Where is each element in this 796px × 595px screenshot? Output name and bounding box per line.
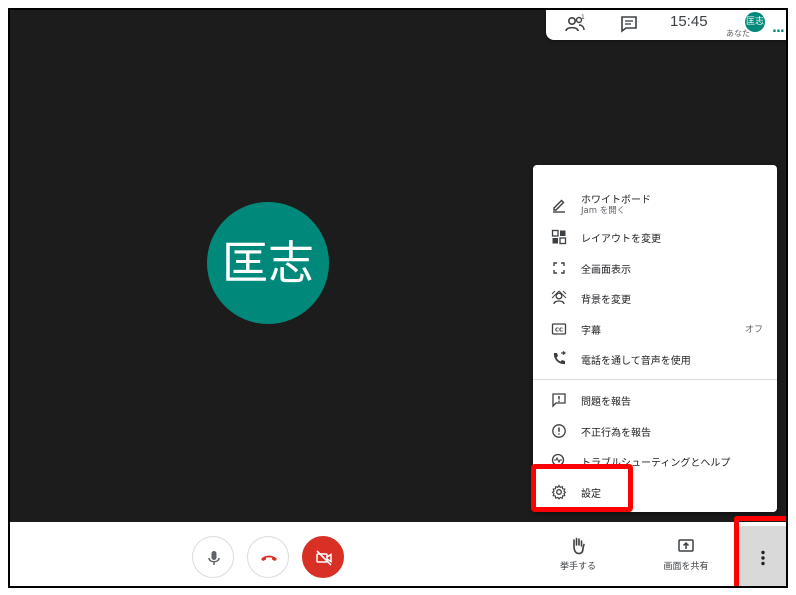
self-more-icon[interactable]: ... (772, 21, 785, 36)
self-label: あなた (726, 29, 750, 38)
clock: 15:45 (670, 13, 708, 30)
present-screen-button[interactable]: 画面を共有 (651, 536, 721, 582)
menu-divider (533, 379, 777, 380)
report-problem-icon (552, 393, 566, 408)
menu-item-sublabel: Jam を開く (581, 206, 626, 216)
menu-item-label: 電話を通して音声を使用 (581, 356, 691, 367)
menu-item-background[interactable]: 背景を変更 (533, 283, 777, 313)
menu-item-report-abuse[interactable]: 不正行為を報告 (533, 416, 777, 446)
camera-off-icon (316, 550, 332, 566)
menu-item-fullscreen[interactable]: 全画面表示 (533, 253, 777, 283)
svg-text:1: 1 (581, 14, 585, 21)
more-options-menu: ホワイトボード Jam を開く レイアウトを変更 全画面表示 背景を変更 CC … (533, 165, 777, 512)
layout-icon (551, 229, 567, 245)
present-screen-label: 画面を共有 (663, 562, 709, 572)
menu-item-label: 字幕 (581, 326, 601, 337)
menu-item-label: 背景を変更 (581, 295, 631, 306)
menu-item-label: 問題を報告 (581, 397, 631, 408)
top-info-bar: 1 15:45 匡志 あなた ... (546, 10, 786, 40)
svg-text:CC: CC (555, 328, 563, 334)
video-stage: 1 15:45 匡志 あなた ... 匡志 ホワイトボード Jam を開く レイ… (10, 10, 786, 522)
raise-hand-button[interactable]: 挙手する (543, 536, 613, 582)
chat-icon[interactable] (618, 14, 640, 34)
present-screen-icon (678, 539, 694, 552)
menu-item-phone-audio[interactable]: 電話を通して音声を使用 (533, 344, 777, 374)
hand-icon (573, 537, 585, 555)
participant-avatar: 匡志 (207, 202, 329, 324)
pencil-icon (553, 199, 565, 213)
raise-hand-label: 挙手する (559, 562, 596, 572)
report-abuse-icon (552, 424, 566, 438)
people-icon[interactable]: 1 (564, 14, 586, 34)
meet-window: 1 15:45 匡志 あなた ... 匡志 ホワイトボード Jam を開く レイ… (8, 8, 788, 588)
more-options-highlight-box (734, 516, 786, 586)
menu-item-report-problem[interactable]: 問題を報告 (533, 385, 777, 415)
captions-icon: CC (551, 323, 567, 335)
fullscreen-icon (553, 262, 565, 274)
menu-item-label: 全画面表示 (581, 265, 631, 276)
menu-item-label: レイアウトを変更 (581, 234, 661, 245)
microphone-button[interactable] (192, 536, 234, 578)
microphone-icon (208, 551, 220, 565)
background-icon (551, 290, 567, 305)
camera-off-button[interactable] (302, 536, 344, 578)
hang-up-icon (261, 555, 277, 561)
bottom-control-bar: 挙手する 画面を共有 (10, 522, 786, 586)
menu-item-label: 不正行為を報告 (581, 428, 651, 439)
menu-item-captions[interactable]: CC 字幕 オフ (533, 314, 777, 344)
captions-state: オフ (744, 325, 763, 335)
settings-highlight-box (531, 464, 633, 512)
menu-item-whiteboard[interactable]: ホワイトボード Jam を開く (533, 187, 777, 223)
hang-up-button[interactable] (247, 536, 289, 578)
menu-item-layout[interactable]: レイアウトを変更 (533, 222, 777, 252)
phone-icon (553, 351, 566, 365)
